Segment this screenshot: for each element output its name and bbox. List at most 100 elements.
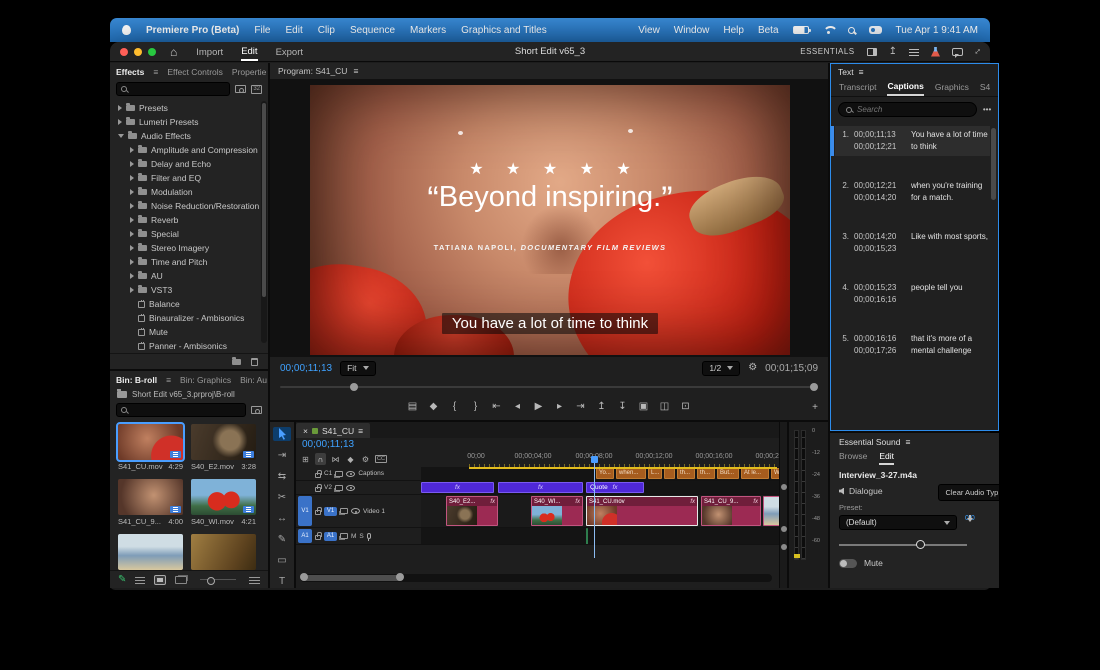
- thumbnail-view-icon[interactable]: [154, 575, 166, 585]
- workspace-label[interactable]: ESSENTIALS: [800, 47, 854, 56]
- feedback-bubble-icon[interactable]: [952, 48, 963, 56]
- nest-icon[interactable]: ⊞: [300, 453, 311, 465]
- tree-item-special[interactable]: Special: [114, 227, 268, 241]
- caption-row-5[interactable]: 5. 00;00;16;1600;00;17;26 that it's more…: [835, 330, 990, 360]
- captions-search-input[interactable]: [838, 102, 977, 117]
- panel-menu-icon[interactable]: ≡: [358, 426, 363, 436]
- scrubber-playhead[interactable]: [350, 383, 358, 391]
- thumbnail-zoom-slider[interactable]: [200, 579, 236, 580]
- chevron-right-icon[interactable]: [130, 245, 134, 251]
- chevron-right-icon[interactable]: [130, 147, 134, 153]
- caption-clip[interactable]: th...: [697, 468, 715, 479]
- bin-clip-partial-1[interactable]: [118, 534, 183, 570]
- a1-lane[interactable]: [421, 528, 779, 544]
- caption-clip[interactable]: But...: [717, 468, 739, 479]
- audio-meters[interactable]: 0 -12 -24 -36 -48 -60: [787, 422, 828, 588]
- delete-icon[interactable]: [251, 358, 258, 366]
- toggle-proxies-icon[interactable]: ▤: [407, 402, 419, 412]
- tab-edit[interactable]: Edit: [879, 451, 894, 465]
- control-center-icon[interactable]: [869, 26, 882, 34]
- timeline-vertical-scrollbar[interactable]: [779, 422, 787, 588]
- menu-file[interactable]: File: [254, 25, 270, 36]
- v1-source-patch[interactable]: V1: [298, 496, 312, 526]
- video-clip-s40-e2[interactable]: S40_E2...fx: [446, 496, 498, 526]
- tree-item-reverb[interactable]: Reverb: [114, 213, 268, 227]
- workspace-icon[interactable]: [867, 48, 877, 56]
- tab-overflow[interactable]: S4: [980, 82, 990, 95]
- chevron-right-icon[interactable]: [130, 175, 134, 181]
- chevron-right-icon[interactable]: [130, 287, 134, 293]
- chevron-right-icon[interactable]: [130, 273, 134, 279]
- more-options-icon[interactable]: •••: [983, 105, 991, 114]
- lock-icon[interactable]: [315, 535, 321, 540]
- zoom-level-dropdown[interactable]: Fit: [340, 361, 375, 376]
- tab-effect-controls[interactable]: Effect Controls: [167, 67, 223, 77]
- panel-menu-icon[interactable]: ≡: [859, 67, 864, 77]
- caption-text[interactable]: that it's more of a mental challenge: [911, 333, 988, 357]
- chevron-right-icon[interactable]: [130, 217, 134, 223]
- menu-edit[interactable]: Edit: [286, 25, 303, 36]
- pen-tool[interactable]: ✎: [273, 532, 291, 546]
- share-icon[interactable]: ↥: [889, 46, 897, 57]
- video-clip-s41-cu[interactable]: S41_CU.movfx: [586, 496, 698, 526]
- menu-view[interactable]: View: [638, 25, 660, 36]
- marker-icon[interactable]: ◆: [345, 453, 356, 465]
- video-frame[interactable]: ★ ★ ★ ★ ★ “Beyond inspiring.” TATIANA NA…: [310, 85, 790, 355]
- caption-clip[interactable]: L...: [648, 468, 662, 479]
- zoom-handle-left[interactable]: [300, 573, 308, 581]
- scrubber-handle[interactable]: [810, 383, 818, 391]
- zoom-handle-right[interactable]: [396, 573, 404, 581]
- captions-display-icon[interactable]: CC: [375, 455, 387, 463]
- caption-clip[interactable]: th...: [677, 468, 695, 479]
- playhead-handle[interactable]: [591, 456, 598, 463]
- step-back-icon[interactable]: ◂: [512, 402, 524, 412]
- lock-icon[interactable]: [315, 510, 321, 515]
- bin-search-field[interactable]: [131, 406, 241, 415]
- tab-effects[interactable]: Effects: [116, 67, 144, 77]
- track-badge-icon[interactable]: [335, 471, 343, 477]
- slider-knob[interactable]: [916, 540, 925, 549]
- tree-item-vst3[interactable]: VST3: [114, 283, 268, 297]
- linked-selection-icon[interactable]: ⋈: [330, 453, 341, 465]
- tab-bin-graphics[interactable]: Bin: Graphics: [180, 375, 231, 385]
- caption-text[interactable]: You have a lot of time to think: [911, 129, 988, 153]
- beta-flask-icon[interactable]: [931, 47, 940, 57]
- panel-menu-icon[interactable]: ≡: [166, 375, 171, 385]
- clip-thumbnail[interactable]: [191, 424, 256, 460]
- new-item-icon[interactable]: [251, 406, 262, 414]
- timeline-playhead[interactable]: [594, 456, 595, 558]
- slip-tool[interactable]: ↔: [273, 511, 291, 525]
- panel-menu-icon[interactable]: ≡: [905, 437, 910, 447]
- close-window-button[interactable]: [120, 48, 128, 56]
- tab-browse[interactable]: Browse: [839, 451, 867, 465]
- chevron-right-icon[interactable]: [130, 231, 134, 237]
- track-visibility-icon[interactable]: [346, 485, 355, 491]
- scrubber-track[interactable]: [280, 386, 818, 388]
- go-to-out-icon[interactable]: ⇥: [575, 402, 587, 412]
- tab-graphics[interactable]: Graphics: [935, 82, 969, 95]
- tab-captions[interactable]: Captions: [887, 81, 923, 96]
- chevron-right-icon[interactable]: [118, 105, 122, 111]
- preset-dropdown[interactable]: (Default): [839, 515, 957, 530]
- effects-search-field[interactable]: [131, 85, 225, 94]
- menu-app-name[interactable]: Premiere Pro (Beta): [146, 25, 239, 36]
- tree-item-balance[interactable]: Balance: [114, 297, 268, 311]
- accelerated-effects-icon[interactable]: [235, 85, 246, 93]
- tree-item-amplitude[interactable]: Amplitude and Compression: [114, 143, 268, 157]
- v2-label[interactable]: V2: [324, 484, 332, 491]
- caption-text[interactable]: Like with most sports,: [911, 231, 988, 255]
- captions-scrollbar[interactable]: [991, 128, 996, 200]
- tab-properties[interactable]: Propertie: [232, 67, 267, 77]
- tree-item-time-pitch[interactable]: Time and Pitch: [114, 255, 268, 269]
- wifi-icon[interactable]: [823, 26, 834, 35]
- tree-item-delay-echo[interactable]: Delay and Echo: [114, 157, 268, 171]
- tab-bin-audio[interactable]: Bin: Au: [240, 375, 267, 385]
- graphic-clip[interactable]: fx: [498, 482, 583, 493]
- caption-clip[interactable]: At le...: [741, 468, 769, 479]
- tree-item-stereo-imagery[interactable]: Stereo Imagery: [114, 241, 268, 255]
- chevron-right-icon[interactable]: [130, 189, 134, 195]
- list-view-icon[interactable]: [135, 576, 145, 584]
- graphic-clip[interactable]: fx: [421, 482, 494, 493]
- lock-icon[interactable]: [315, 473, 321, 478]
- mark-in-icon[interactable]: {: [449, 402, 461, 412]
